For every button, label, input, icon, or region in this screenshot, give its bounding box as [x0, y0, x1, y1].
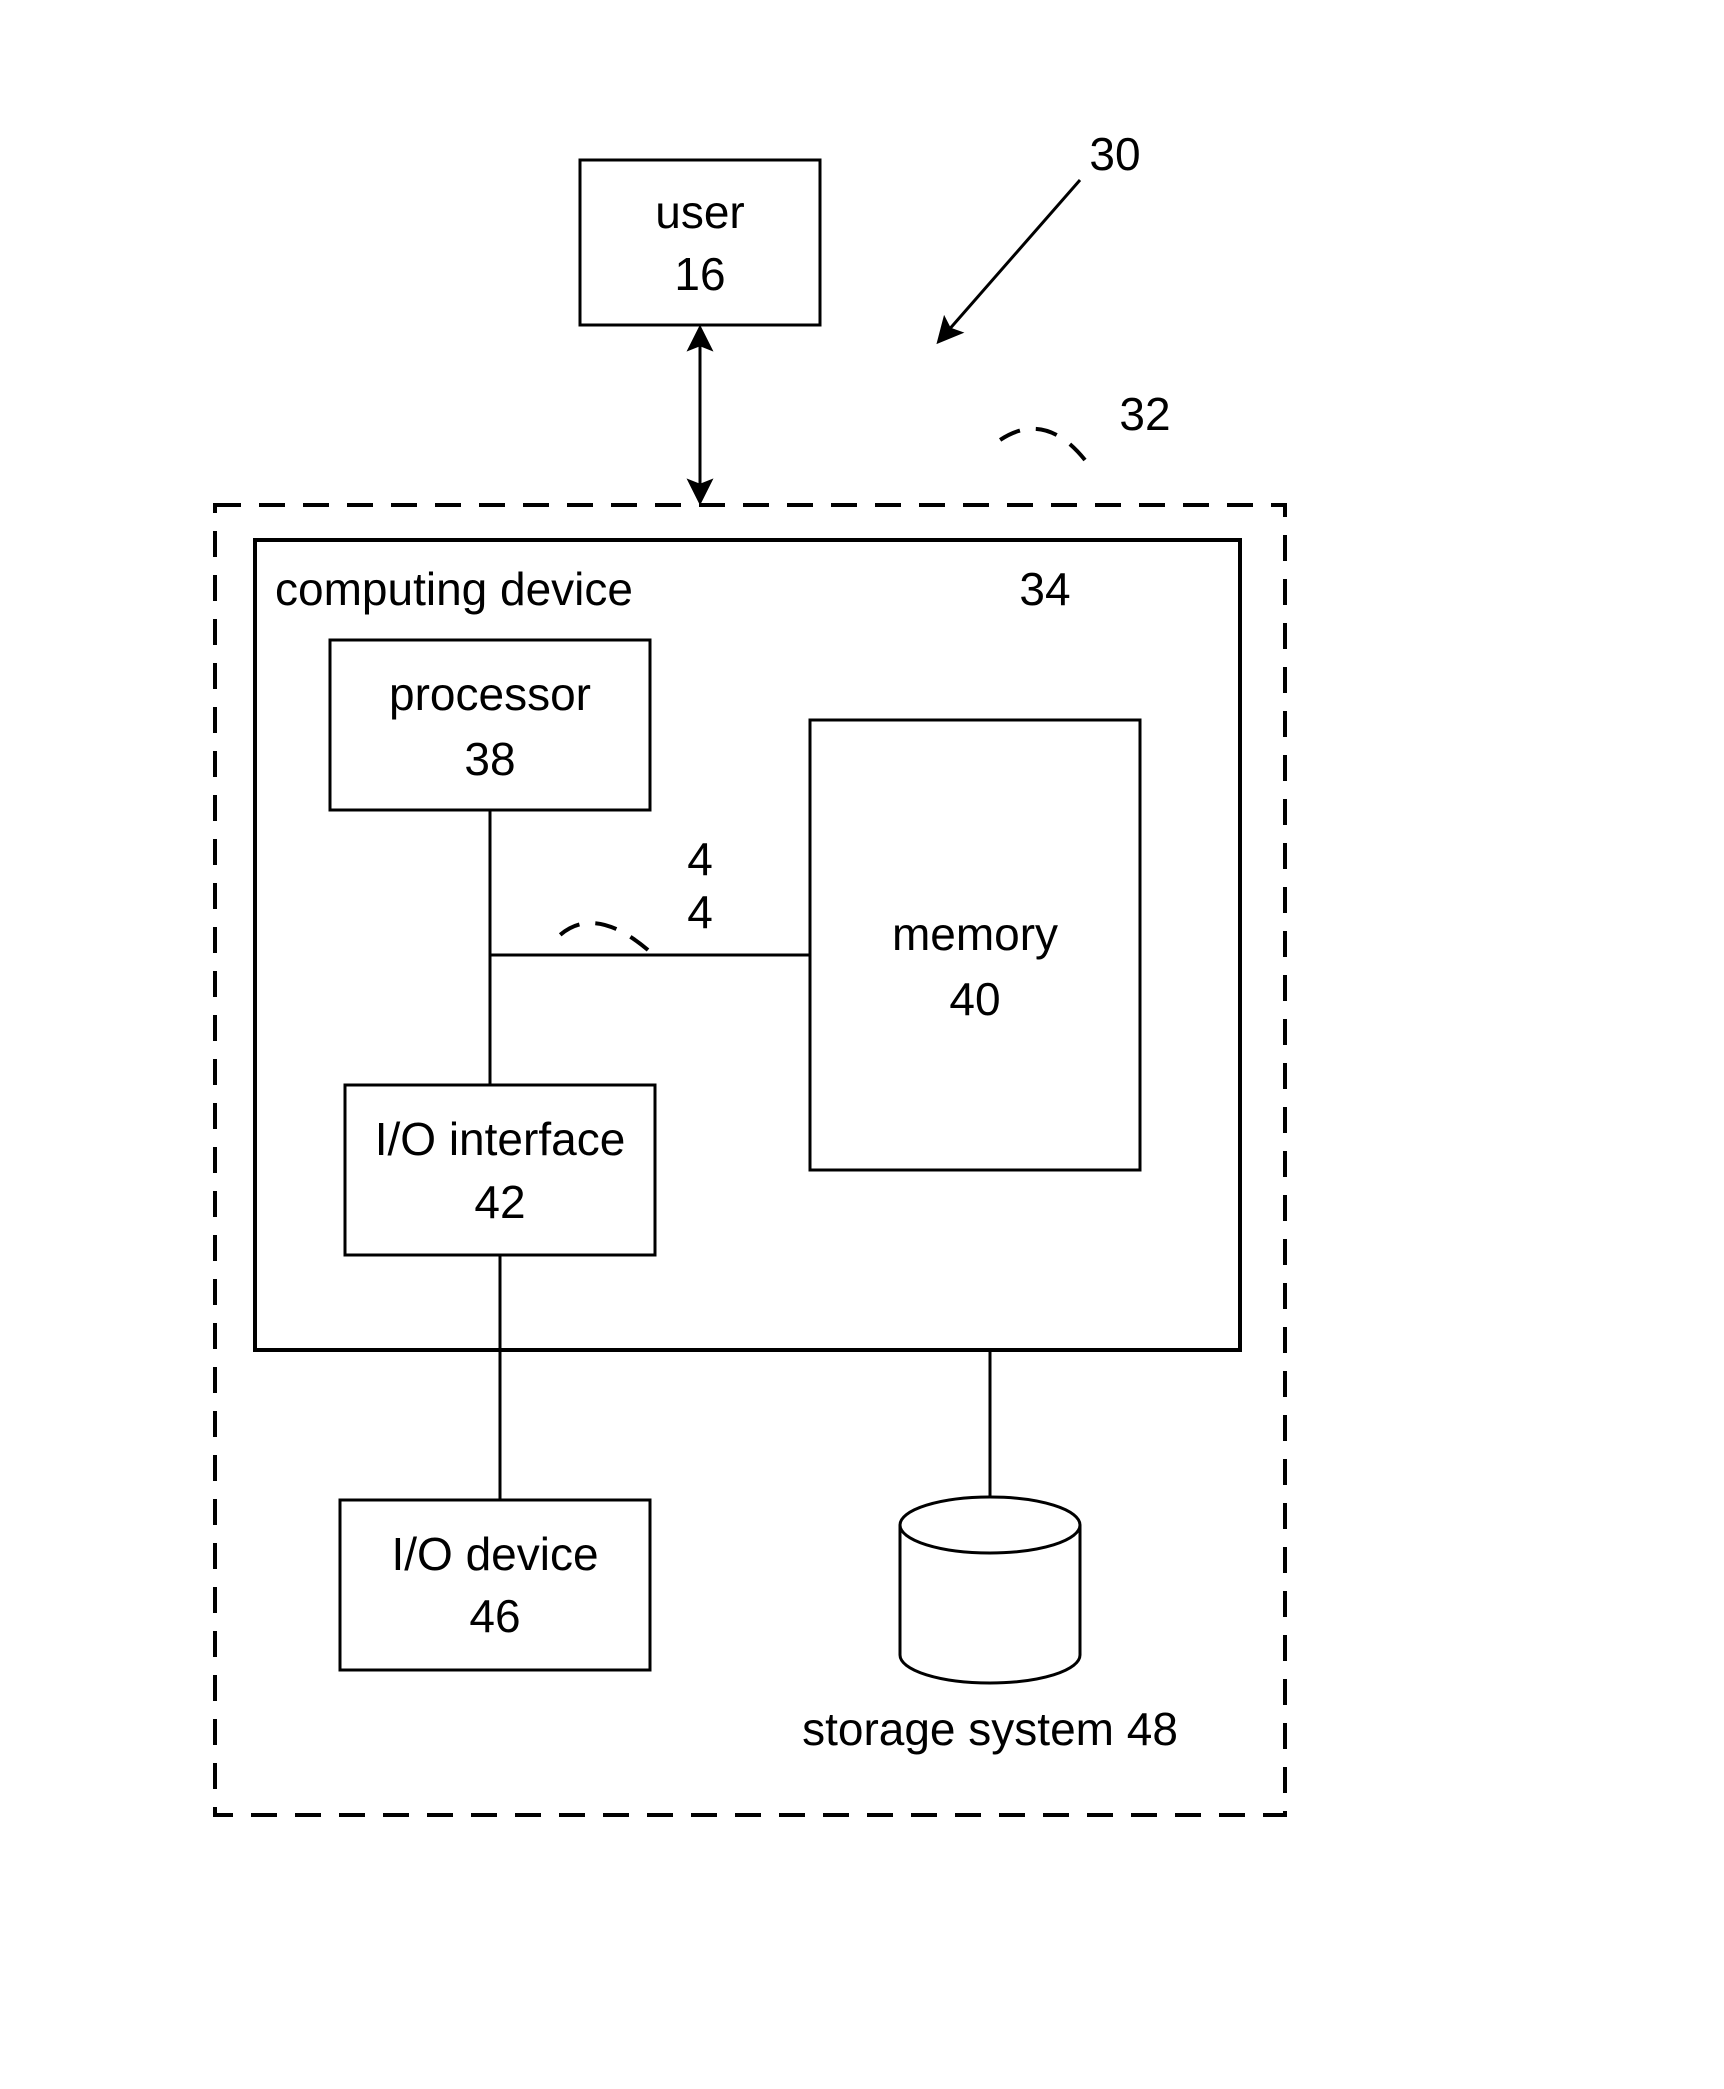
storage-label: storage system 48 [802, 1703, 1178, 1755]
memory-label: memory [892, 908, 1058, 960]
storage-block: storage system 48 [802, 1497, 1178, 1755]
io-interface-label: I/O interface [375, 1113, 626, 1165]
user-label: user [655, 186, 744, 238]
computing-device-label: computing device [275, 563, 633, 615]
processor-block: processor 38 [330, 640, 650, 810]
memory-num: 40 [949, 973, 1000, 1025]
callout-overall-arrow [940, 180, 1080, 340]
processor-num: 38 [464, 733, 515, 785]
callout-overall-label: 30 [1089, 128, 1140, 180]
dashed-callout-label: 32 [1119, 388, 1170, 440]
io-interface-block: I/O interface 42 [345, 1085, 655, 1255]
user-block: user 16 [580, 160, 820, 325]
io-interface-num: 42 [474, 1176, 525, 1228]
bus-label-line2: 4 [687, 886, 713, 938]
memory-block: memory 40 [810, 720, 1140, 1170]
user-num: 16 [674, 248, 725, 300]
io-device-block: I/O device 46 [340, 1500, 650, 1670]
io-device-label: I/O device [391, 1528, 598, 1580]
bus-label-line1: 4 [687, 833, 713, 885]
dashed-callout-leader [1000, 429, 1085, 460]
io-device-num: 46 [469, 1590, 520, 1642]
processor-label: processor [389, 668, 591, 720]
callout-overall: 30 [940, 128, 1141, 340]
computing-device-num: 34 [1019, 563, 1070, 615]
